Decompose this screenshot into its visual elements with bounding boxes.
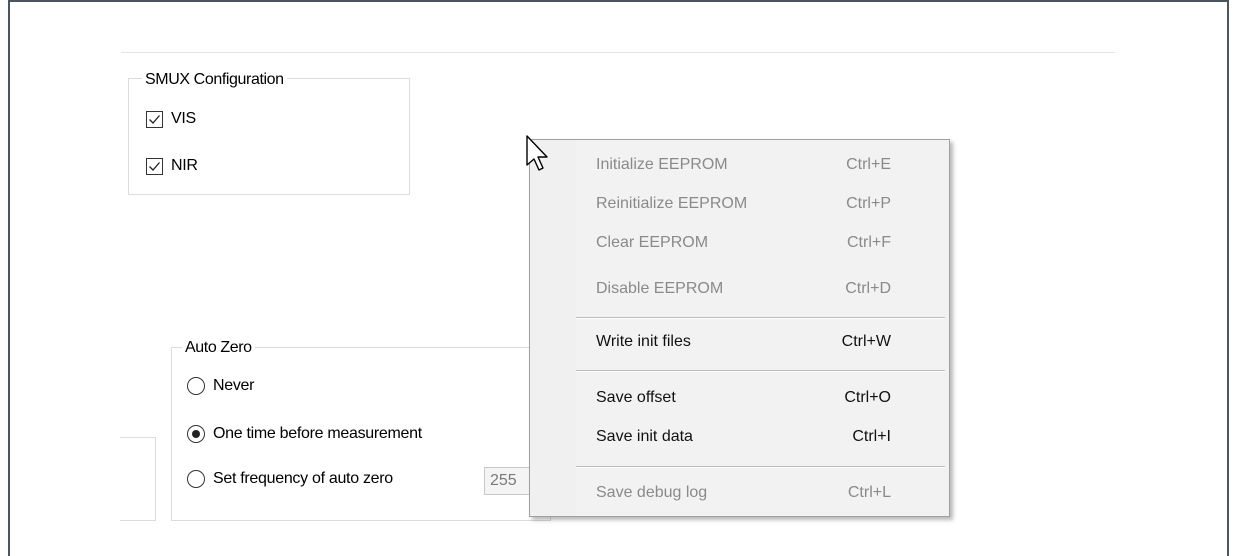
left-partial-group <box>120 437 156 521</box>
one-time-radio[interactable] <box>187 425 205 443</box>
menu-item-shortcut: Ctrl+E <box>846 156 891 173</box>
nir-checkbox-row[interactable]: NIR <box>146 157 198 175</box>
menu-item-save-init-data[interactable]: Save init data Ctrl+I <box>596 425 936 449</box>
menu-separator <box>576 317 945 319</box>
auto-zero-legend: Auto Zero <box>182 339 255 357</box>
never-radio-label: Never <box>213 377 255 394</box>
menu-separator <box>576 370 945 372</box>
menu-item-write-init-files[interactable]: Write init files Ctrl+W <box>596 330 936 354</box>
vis-checkbox[interactable] <box>146 110 163 128</box>
menu-item-shortcut: Ctrl+D <box>845 280 891 297</box>
vis-checkbox-label: VIS <box>171 110 196 127</box>
menu-item-label: Write init files <box>596 333 691 350</box>
menu-item-save-debug-log[interactable]: Save debug log Ctrl+L <box>596 481 936 505</box>
menu-item-label: Save offset <box>596 389 676 406</box>
set-frequency-radio-row[interactable]: Set frequency of auto zero <box>187 470 393 488</box>
one-time-radio-label: One time before measurement <box>213 425 422 442</box>
set-frequency-radio-label: Set frequency of auto zero <box>213 470 393 487</box>
smux-configuration-legend: SMUX Configuration <box>142 71 287 89</box>
never-radio[interactable] <box>187 377 205 395</box>
menu-item-clear-eeprom[interactable]: Clear EEPROM Ctrl+F <box>596 231 936 255</box>
checkmark-icon <box>149 161 160 171</box>
menu-item-shortcut: Ctrl+O <box>844 389 891 406</box>
vis-checkbox-row[interactable]: VIS <box>146 110 196 128</box>
menu-item-shortcut: Ctrl+F <box>847 234 891 251</box>
menu-item-label: Clear EEPROM <box>596 234 709 251</box>
menu-item-label: Initialize EEPROM <box>596 156 728 173</box>
menu-item-reinitialize-eeprom[interactable]: Reinitialize EEPROM Ctrl+P <box>596 192 936 216</box>
never-radio-row[interactable]: Never <box>187 377 254 395</box>
menu-separator <box>576 466 945 468</box>
menu-item-save-offset[interactable]: Save offset Ctrl+O <box>596 386 936 410</box>
menu-item-shortcut: Ctrl+L <box>847 484 891 501</box>
menu-item-shortcut: Ctrl+I <box>852 428 891 445</box>
one-time-radio-row[interactable]: One time before measurement <box>187 425 422 443</box>
mouse-cursor-icon <box>526 135 548 171</box>
menu-item-label: Save init data <box>596 428 693 445</box>
menu-item-label: Disable EEPROM <box>596 280 724 297</box>
menu-item-disable-eeprom[interactable]: Disable EEPROM Ctrl+D <box>596 277 936 301</box>
menu-icon-gutter <box>530 140 576 516</box>
nir-checkbox-label: NIR <box>171 157 198 174</box>
smux-configuration-group <box>128 78 410 195</box>
menu-item-shortcut: Ctrl+W <box>841 333 891 350</box>
menu-item-initialize-eeprom[interactable]: Initialize EEPROM Ctrl+E <box>596 153 936 177</box>
set-frequency-radio[interactable] <box>187 470 205 488</box>
menu-item-shortcut: Ctrl+P <box>846 195 891 212</box>
menu-item-label: Save debug log <box>596 484 708 501</box>
checkmark-icon <box>149 114 160 124</box>
menu-item-label: Reinitialize EEPROM <box>596 195 748 212</box>
divider-line <box>121 52 1115 53</box>
nir-checkbox[interactable] <box>146 157 163 175</box>
